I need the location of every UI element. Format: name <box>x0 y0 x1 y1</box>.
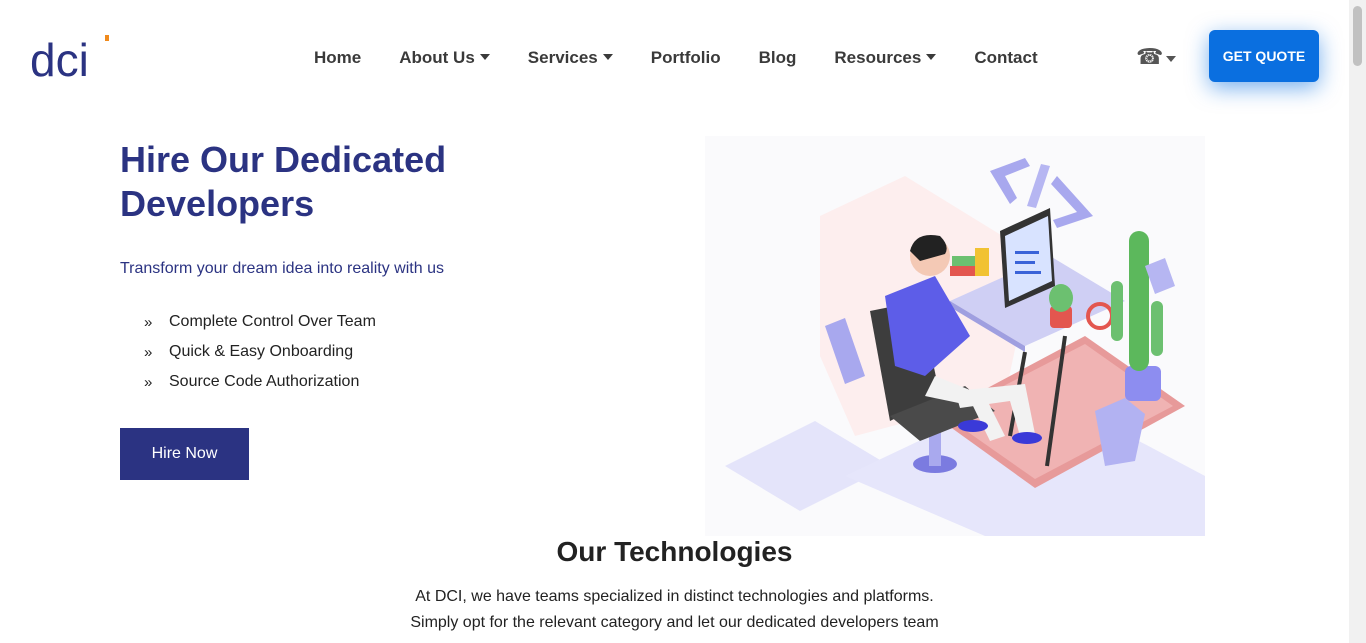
feature-list: » Complete Control Over Team » Quick & E… <box>144 307 376 397</box>
nav-portfolio-label: Portfolio <box>650 48 721 67</box>
scrollbar-thumb[interactable] <box>1353 6 1362 66</box>
nav-home[interactable]: Home <box>314 48 361 68</box>
feature-label: Complete Control Over Team <box>169 313 376 330</box>
list-item: » Source Code Authorization <box>144 367 376 397</box>
nav-blog-label: Blog <box>758 48 797 67</box>
phone-dropdown[interactable]: ☎ <box>1136 44 1177 70</box>
site-header: dci Home About Us Services Portfolio Blo… <box>0 0 1366 112</box>
nav-services-label: Services <box>527 48 598 67</box>
hire-now-button[interactable]: Hire Now <box>120 428 249 480</box>
nav-services[interactable]: Services <box>528 48 613 68</box>
developer-at-desk-illustration <box>705 136 1205 536</box>
technologies-description: At DCI, we have teams specialized in dis… <box>0 584 1349 636</box>
dci-logo[interactable]: dci <box>30 30 112 82</box>
caret-down-icon <box>479 54 490 60</box>
technologies-description-line: Simply opt for the relevant category and… <box>410 614 939 631</box>
logo-accent-dot <box>105 35 109 41</box>
nav-resources[interactable]: Resources <box>834 48 937 68</box>
nav-portfolio[interactable]: Portfolio <box>651 48 721 68</box>
phone-icon: ☎ <box>1136 44 1164 69</box>
technologies-title: Our Technologies <box>556 536 793 567</box>
nav-blog[interactable]: Blog <box>759 48 797 68</box>
feature-label: Source Code Authorization <box>169 373 360 390</box>
technologies-description-line: At DCI, we have teams specialized in dis… <box>415 588 934 605</box>
hero-title: Hire Our Dedicated Developers <box>120 139 447 224</box>
get-quote-button[interactable]: GET QUOTE <box>1209 30 1319 82</box>
nav-home-label: Home <box>314 48 362 67</box>
nav-resources-label: Resources <box>834 48 922 67</box>
hero-subtitle: Transform your dream idea into reality w… <box>120 260 444 277</box>
page-scrollbar[interactable] <box>1349 0 1366 643</box>
feature-label: Quick & Easy Onboarding <box>169 343 354 360</box>
double-chevron-right-icon: » <box>144 343 153 361</box>
nav-about-us-label: About Us <box>399 48 475 67</box>
list-item: » Complete Control Over Team <box>144 307 376 337</box>
nav-contact-label: Contact <box>974 48 1038 67</box>
caret-down-icon <box>1166 56 1177 62</box>
caret-down-icon <box>926 54 937 60</box>
double-chevron-right-icon: » <box>144 313 153 331</box>
nav-contact[interactable]: Contact <box>974 48 1037 68</box>
main-nav: Home About Us Services Portfolio Blog Re… <box>314 45 1038 71</box>
logo-wordmark: dci <box>30 34 89 82</box>
list-item: » Quick & Easy Onboarding <box>144 337 376 367</box>
double-chevron-right-icon: » <box>144 373 153 391</box>
caret-down-icon <box>602 54 613 60</box>
nav-about-us[interactable]: About Us <box>399 48 490 68</box>
